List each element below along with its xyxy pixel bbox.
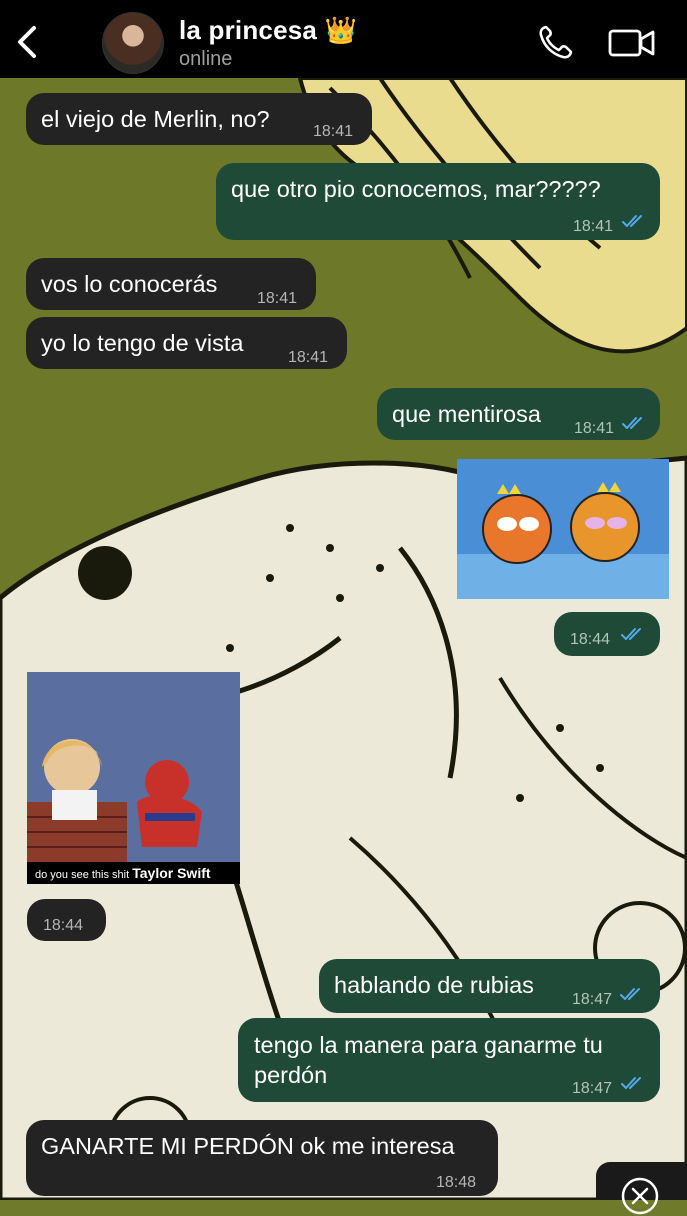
- read-receipt-icon: [622, 215, 642, 227]
- crown-emoji: 👑: [324, 15, 358, 45]
- incoming-message[interactable]: vos lo conocerás 18:41: [26, 258, 316, 310]
- message-text: que mentirosa: [392, 401, 541, 427]
- message-text: yo lo tengo de vista: [41, 330, 244, 356]
- read-receipt-icon: [620, 988, 640, 1000]
- meme-caption-bold: Taylor Swift: [132, 865, 211, 881]
- incoming-message[interactable]: yo lo tengo de vista 18:41: [26, 317, 347, 369]
- close-icon: [621, 1177, 659, 1215]
- message-text: que otro pio conocemos, mar?????: [231, 176, 601, 202]
- phone-call-icon[interactable]: [536, 24, 576, 60]
- message-time: 18:47: [572, 991, 613, 1008]
- meme-caption: do you see this shit Taylor Swift: [27, 862, 240, 884]
- read-receipt-icon: [622, 417, 642, 429]
- message-time: 18:41: [288, 349, 329, 366]
- outgoing-message[interactable]: que otro pio conocemos, mar????? 18:41: [216, 163, 660, 240]
- message-time: 18:41: [574, 420, 615, 437]
- message-time: 18:44: [43, 917, 84, 934]
- read-receipt-icon: [621, 1077, 641, 1089]
- contact-name-text: la princesa: [179, 15, 318, 45]
- incoming-media-footer[interactable]: 18:44: [27, 899, 106, 941]
- dismiss-button[interactable]: [596, 1162, 687, 1215]
- outgoing-media-footer[interactable]: 18:44: [554, 612, 660, 656]
- contact-name[interactable]: la princesa 👑: [179, 15, 357, 46]
- meme-caption-small: do you see this shit: [35, 869, 130, 881]
- video-call-icon[interactable]: [608, 26, 656, 60]
- meme-image[interactable]: do you see this shit Taylor Swift: [27, 672, 240, 884]
- outgoing-message[interactable]: hablando de rubias 18:47: [319, 959, 660, 1013]
- message-time: 18:41: [257, 290, 298, 307]
- chat-header: la princesa 👑 online: [0, 0, 687, 78]
- message-time: 18:47: [572, 1080, 613, 1097]
- cartoon-birds-sticker: [457, 459, 669, 599]
- message-text-line2: perdón: [254, 1062, 328, 1088]
- contact-status: online: [179, 48, 233, 70]
- incoming-message[interactable]: GANARTE MI PERDÓN ok me interesa 18:48: [26, 1120, 498, 1196]
- meme-illustration: [27, 672, 240, 884]
- outgoing-message[interactable]: tengo la manera para ganarme tu perdón 1…: [238, 1018, 660, 1102]
- message-time: 18:41: [573, 218, 614, 235]
- sticker-image[interactable]: [457, 459, 669, 599]
- back-arrow-icon[interactable]: [12, 24, 42, 60]
- message-text: hablando de rubias: [334, 972, 534, 998]
- read-receipt-icon: [621, 628, 641, 640]
- message-time: 18:41: [313, 123, 354, 140]
- outgoing-message[interactable]: que mentirosa 18:41: [377, 388, 660, 440]
- contact-avatar[interactable]: [102, 12, 164, 74]
- message-text: GANARTE MI PERDÓN ok me interesa: [41, 1133, 455, 1159]
- incoming-message[interactable]: el viejo de Merlin, no? 18:41: [26, 93, 372, 145]
- message-text-line1: tengo la manera para ganarme tu: [254, 1032, 603, 1058]
- message-text: el viejo de Merlin, no?: [41, 106, 270, 132]
- message-time: 18:48: [436, 1174, 477, 1191]
- message-time: 18:44: [570, 631, 611, 648]
- message-text: vos lo conocerás: [41, 271, 218, 297]
